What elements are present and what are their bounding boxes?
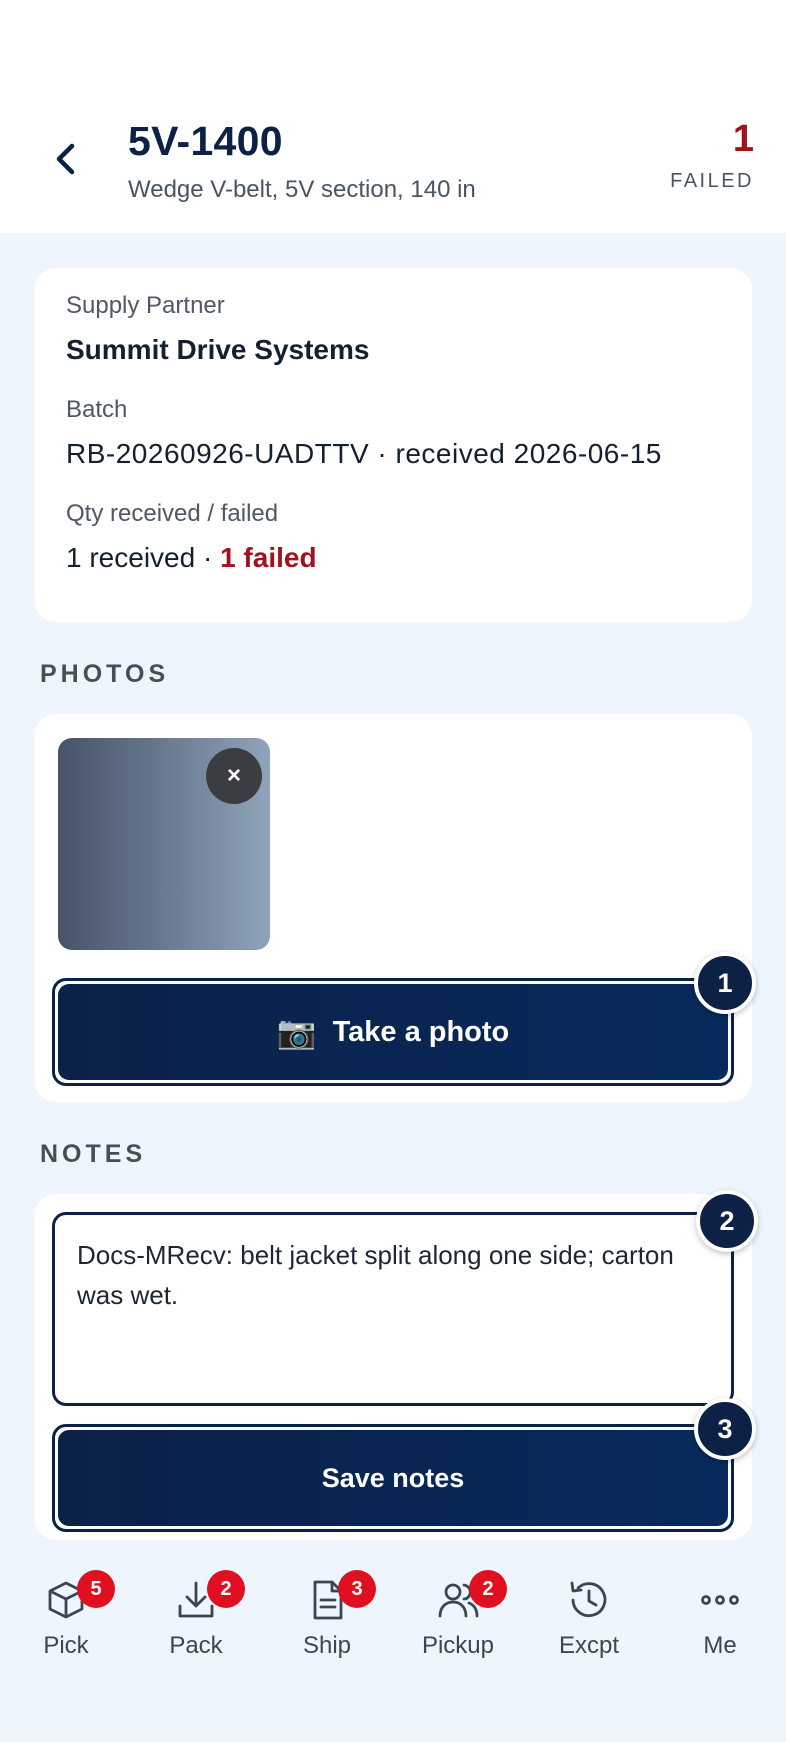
page-subtitle: Wedge V-belt, 5V section, 140 in [128,176,476,203]
photos-card: × 📷 Take a photo 1 [34,714,756,1102]
notes-card: Docs-MRecv: belt jacket split along one … [34,1190,758,1540]
receipt-info-card: Supply Partner Summit Drive Systems Batc… [34,268,752,622]
nav-item-pick[interactable]: 5 Pick [11,1570,121,1680]
close-icon: × [226,762,241,789]
take-photo-button[interactable]: 📷 Take a photo [58,984,728,1080]
notes-text: Docs-MRecv: belt jacket split along one … [77,1240,674,1310]
photos-heading: PHOTOS [40,660,170,688]
supplier-value: Summit Drive Systems [66,334,370,365]
nav-badge-ship: 3 [338,1570,376,1608]
save-notes-button-frame: Save notes [52,1424,734,1532]
step-marker-2: 2 [696,1190,758,1252]
nav-badge-pack: 2 [207,1570,245,1608]
qty-label: Qty received / failed [66,500,279,527]
history-icon [570,1581,607,1617]
step-marker-1: 1 [694,952,756,1014]
page-title: 5V-1400 [128,118,283,164]
nav-item-pickup[interactable]: 2 Pickup [403,1570,513,1680]
qty-received: 1 received · [66,542,221,573]
nav-label-me: Me [703,1632,737,1659]
chevron-left-icon [56,143,75,175]
supplier-label: Supply Partner [66,292,225,319]
nav-item-excpt[interactable]: Excpt [534,1570,644,1680]
qty-failed: 1 failed [220,542,317,573]
save-notes-button[interactable]: Save notes [58,1430,728,1526]
failed-count: 1 [732,118,754,160]
nav-label-ship: Ship [302,1632,352,1659]
nav-label-pack: Pack [169,1632,223,1659]
photo-thumbnail[interactable]: × [58,738,270,950]
step-marker-3: 3 [694,1398,756,1460]
status-bar-area [0,0,786,100]
nav-item-pack[interactable]: 2 Pack [141,1570,251,1680]
app-header: 5V-1400 Wedge V-belt, 5V section, 140 in… [0,100,786,233]
nav-label-pickup: Pickup [421,1632,495,1659]
batch-value: RB-20260926-UADTTV · received 2026-06-15 [66,438,662,469]
back-button[interactable] [40,134,90,184]
batch-label: Batch [66,396,128,423]
nav-label-excpt: Excpt [558,1632,620,1659]
nav-badge-pickup: 2 [469,1570,507,1608]
qty-value: 1 received · 1 failed [66,542,720,574]
notes-heading: NOTES [40,1140,147,1168]
take-photo-label: Take a photo [332,1015,510,1048]
more-icon [701,1595,739,1605]
nav-item-me[interactable]: Me [665,1570,775,1680]
nav-label-pick: Pick [43,1632,89,1659]
notes-textarea[interactable]: Docs-MRecv: belt jacket split along one … [52,1212,734,1406]
take-photo-button-frame: 📷 Take a photo [52,978,734,1086]
nav-item-ship[interactable]: 3 Ship [272,1570,382,1680]
nav-badge-pick: 5 [77,1570,115,1608]
remove-photo-button[interactable]: × [206,748,262,804]
camera-icon: 📷 [276,1014,317,1050]
failed-label: FAILED [670,170,754,192]
bottom-nav: 5 Pick 2 Pack 3 Ship 2 Pickup Excpt Me [0,1542,786,1742]
